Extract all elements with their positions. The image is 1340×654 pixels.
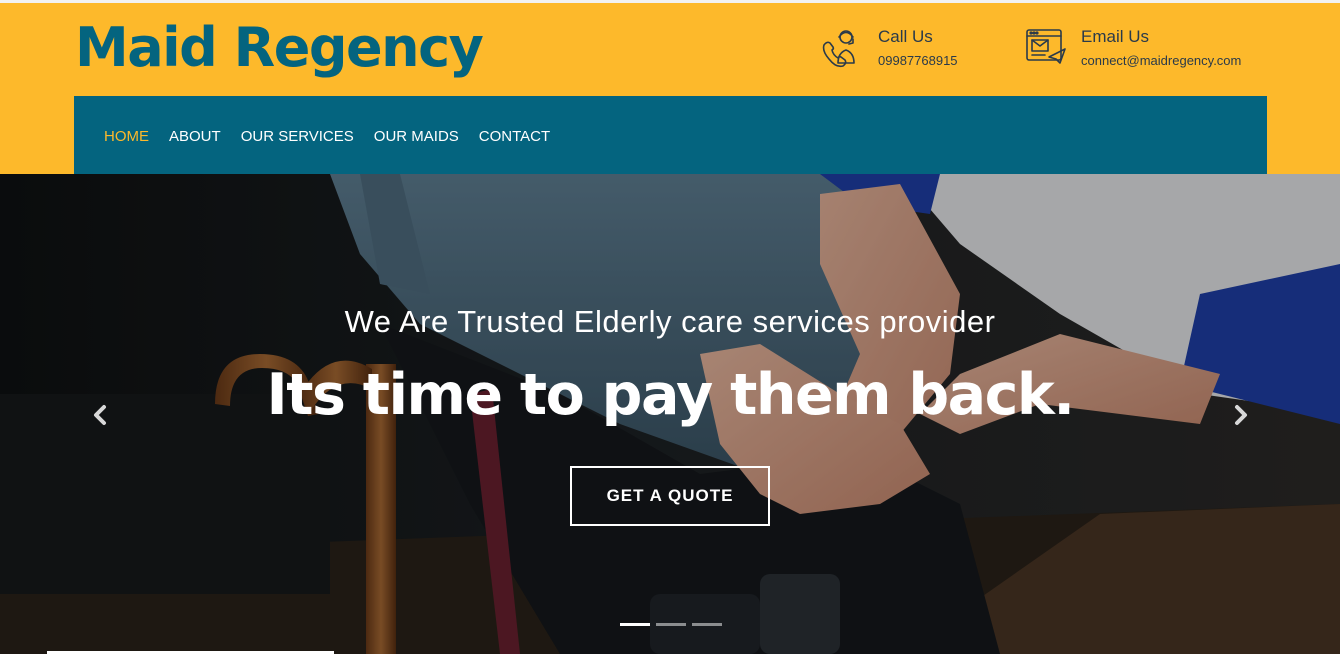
email-us-title: Email Us [1081,27,1150,46]
get-a-quote-button[interactable]: GET A QUOTE [570,466,770,526]
carousel-indicators [620,623,728,626]
carousel-indicator-1[interactable] [620,623,650,626]
phone-number[interactable]: 09987768915 [878,53,958,69]
carousel-indicator-2[interactable] [656,623,686,626]
hero-subtitle: We Are Trusted Elderly care services pro… [344,304,996,339]
chevron-left-icon [88,405,112,434]
email-icon [1025,27,1081,73]
main-navbar: HOME ABOUT OUR SERVICES OUR MAIDS CONTAC… [74,96,1267,177]
nav-item-contact[interactable]: CONTACT [479,127,550,147]
nav-item-our-maids[interactable]: OUR MAIDS [374,127,459,147]
phone-support-icon [822,27,878,73]
carousel-indicator-3[interactable] [692,623,722,626]
carousel-prev-button[interactable] [88,400,112,430]
nav-item-about[interactable]: ABOUT [169,127,221,147]
site-logo[interactable]: Maid Regency [75,17,484,79]
hero-title: Its time to pay them back. [266,362,1075,428]
carousel-next-button[interactable] [1229,400,1253,430]
nav-menu: HOME ABOUT OUR SERVICES OUR MAIDS CONTAC… [104,127,570,147]
nav-item-home[interactable]: HOME [104,127,149,147]
call-us-block[interactable]: Call Us 09987768915 [822,27,958,73]
hero-carousel: We Are Trusted Elderly care services pro… [0,174,1340,654]
call-us-title: Call Us [878,27,933,46]
nav-item-our-services[interactable]: OUR SERVICES [241,127,354,147]
site-header: Maid Regency Call Us 09987768915 Email U… [0,3,1340,177]
email-address[interactable]: connect@maidregency.com [1081,53,1241,69]
email-us-block[interactable]: Email Us connect@maidregency.com [1025,27,1241,73]
chevron-right-icon [1229,405,1253,434]
